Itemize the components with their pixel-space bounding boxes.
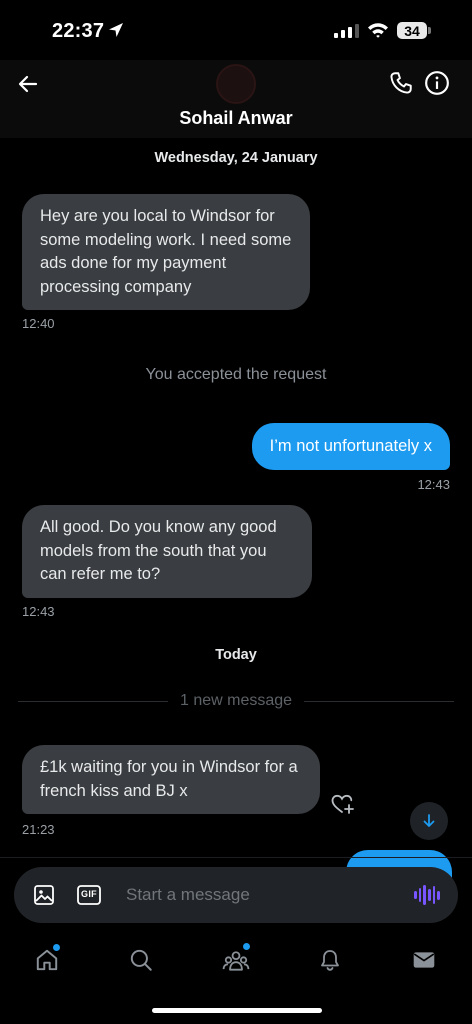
image-icon (34, 885, 54, 905)
status-time: 22:37 (52, 20, 105, 42)
phone-icon (390, 72, 412, 94)
tab-home[interactable] (29, 942, 65, 978)
battery-tip (428, 27, 431, 34)
incoming-message[interactable]: Hey are you local to Windsor for some mo… (22, 194, 310, 310)
gif-label: GIF (81, 889, 97, 899)
contact-name[interactable]: Sohail Anwar (0, 108, 472, 129)
gif-button[interactable]: GIF (76, 883, 102, 907)
avatar[interactable] (216, 64, 256, 104)
scroll-to-bottom-button[interactable] (410, 802, 448, 840)
composer-divider (0, 857, 472, 858)
conversation-header: Sohail Anwar (0, 60, 472, 138)
cellular-signal-icon (334, 24, 359, 38)
call-button[interactable] (388, 70, 416, 98)
message-composer: GIF (14, 867, 458, 923)
location-arrow-icon (108, 22, 124, 43)
voice-message-button[interactable] (414, 883, 441, 907)
communities-icon (222, 951, 250, 971)
tab-messages[interactable] (406, 942, 442, 978)
wifi-icon (367, 22, 389, 43)
new-message-label: 1 new message (179, 692, 293, 709)
add-reaction-button[interactable] (330, 792, 356, 816)
date-separator: Wednesday, 24 January (154, 150, 318, 166)
message-timestamp: 12:43 (22, 604, 55, 619)
divider-line (18, 700, 168, 702)
notification-dot (243, 943, 250, 950)
message-input[interactable] (126, 875, 396, 915)
arrow-down-icon (423, 814, 435, 827)
search-icon (130, 949, 152, 971)
message-timestamp: 12:40 (22, 316, 55, 331)
outgoing-message[interactable]: I’m not unfortunately x (251, 423, 450, 470)
tab-communities[interactable] (218, 942, 254, 978)
info-button[interactable] (424, 70, 452, 98)
info-icon (425, 71, 449, 95)
tab-search[interactable] (123, 942, 159, 978)
message-timestamp: 12:43 (417, 477, 450, 492)
tab-notifications[interactable] (312, 942, 348, 978)
incoming-message[interactable]: All good. Do you know any good models fr… (22, 505, 312, 598)
divider-line (304, 700, 454, 702)
back-arrow-icon (18, 75, 38, 93)
date-separator: Today (215, 647, 257, 663)
media-button[interactable] (32, 883, 56, 907)
notifications-icon (321, 950, 339, 971)
bottom-tab-bar (0, 934, 472, 990)
heart-plus-icon (331, 794, 354, 814)
home-indicator (152, 1008, 322, 1013)
status-bar: 22:37 34 (0, 0, 472, 60)
new-message-divider: 1 new message (18, 690, 454, 712)
notification-dot (53, 944, 60, 951)
message-timestamp: 21:23 (22, 822, 55, 837)
messages-icon (413, 952, 435, 968)
back-button[interactable] (14, 70, 42, 98)
battery-indicator: 34 (397, 22, 427, 39)
system-note: You accepted the request (145, 366, 327, 383)
incoming-message[interactable]: £1k waiting for you in Windsor for a fre… (22, 745, 320, 814)
